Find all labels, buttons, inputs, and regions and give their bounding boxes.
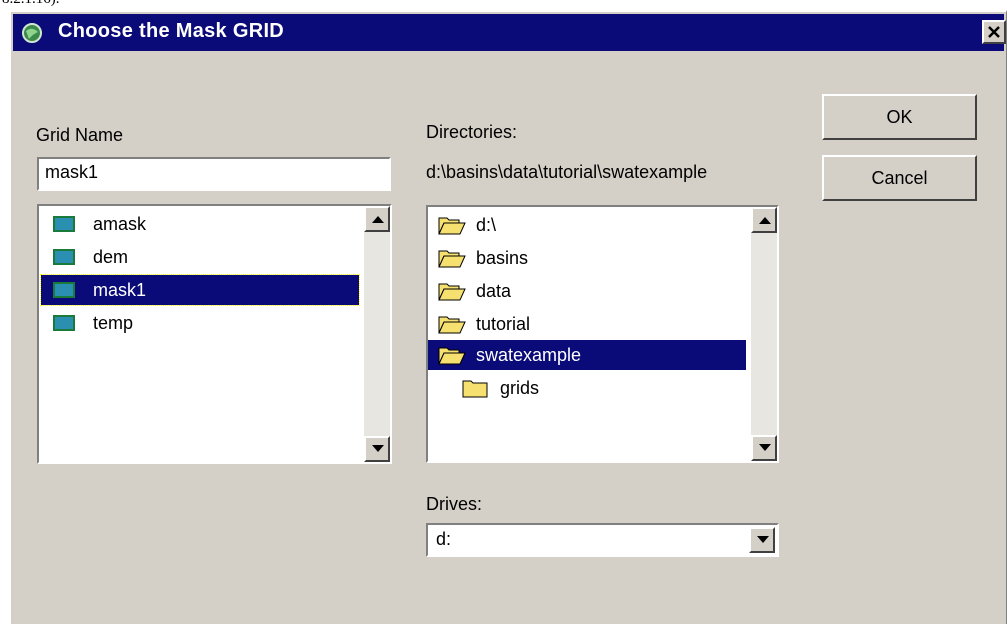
grid-item-label: dem (93, 246, 129, 267)
chevron-down-icon (757, 536, 769, 543)
arrow-up-icon (759, 217, 771, 224)
directories-list-scrollbar[interactable] (751, 207, 777, 461)
grid-item-label: mask1 (89, 279, 151, 301)
grid-list-scrollbar[interactable] (364, 206, 390, 462)
grid-icon (53, 249, 75, 265)
grid-name-label: Grid Name (36, 125, 124, 145)
grid-item-label: temp (93, 312, 134, 333)
document-text-fragment: 8.2.1.16). (0, 0, 1007, 10)
scroll-up-button[interactable] (364, 206, 390, 232)
open-folder-icon (438, 217, 466, 235)
open-folder-icon (438, 283, 466, 301)
grid-list-item[interactable]: amask (53, 209, 150, 239)
grid-item-label: amask (93, 213, 147, 234)
grid-icon (53, 315, 75, 331)
grid-list-item[interactable]: temp (53, 308, 137, 338)
directory-item[interactable]: data (438, 276, 515, 306)
drives-label: Drives: (426, 494, 483, 514)
arrow-down-icon (372, 445, 384, 452)
cancel-button[interactable]: Cancel (822, 155, 977, 201)
directory-label: grids (500, 377, 540, 398)
arrow-down-icon (759, 444, 771, 451)
dialog-title: Choose the Mask GRID (58, 20, 285, 42)
open-folder-icon (438, 250, 466, 268)
grid-icon (53, 216, 75, 232)
open-folder-icon (438, 347, 466, 365)
scroll-down-button[interactable] (751, 435, 777, 461)
directory-item-selected[interactable]: swatexample (428, 340, 746, 370)
scroll-up-button[interactable] (751, 207, 777, 233)
grid-icon (53, 282, 75, 298)
directory-label: tutorial (476, 313, 531, 334)
close-button[interactable] (982, 20, 1006, 44)
directories-label: Directories: (426, 122, 518, 142)
current-path: d:\basins\data\tutorial\swatexample (426, 162, 708, 182)
directory-label: basins (476, 247, 529, 268)
grid-list-item-selected[interactable]: mask1 (40, 274, 360, 306)
directory-item[interactable]: grids (462, 373, 543, 403)
app-globe-icon (22, 23, 42, 43)
choose-mask-grid-dialog: Choose the Mask GRID Grid Name mask1 ama… (9, 10, 1007, 624)
directory-label: data (476, 280, 512, 301)
grid-list-item[interactable]: dem (53, 242, 132, 272)
directory-item[interactable]: basins (438, 243, 532, 273)
close-icon (988, 26, 1000, 38)
directory-item[interactable]: d:\ (438, 210, 500, 240)
drives-dropdown-button[interactable] (749, 527, 775, 553)
title-bar[interactable]: Choose the Mask GRID (13, 14, 1006, 51)
directories-list: d:\ basins data tutorial swatexample gri… (426, 205, 779, 463)
ok-button[interactable]: OK (822, 94, 977, 140)
scroll-down-button[interactable] (364, 436, 390, 462)
open-folder-icon (438, 316, 466, 334)
drives-select[interactable]: d: (426, 523, 779, 557)
directory-label: d:\ (476, 214, 497, 235)
directory-item[interactable]: tutorial (438, 309, 534, 339)
arrow-up-icon (372, 216, 384, 223)
drives-select-value: d: (436, 529, 452, 549)
grid-list: amask dem mask1 temp (37, 204, 392, 464)
directory-label: swatexample (472, 344, 586, 366)
closed-folder-icon (462, 380, 488, 398)
grid-name-field[interactable]: mask1 (37, 157, 391, 191)
